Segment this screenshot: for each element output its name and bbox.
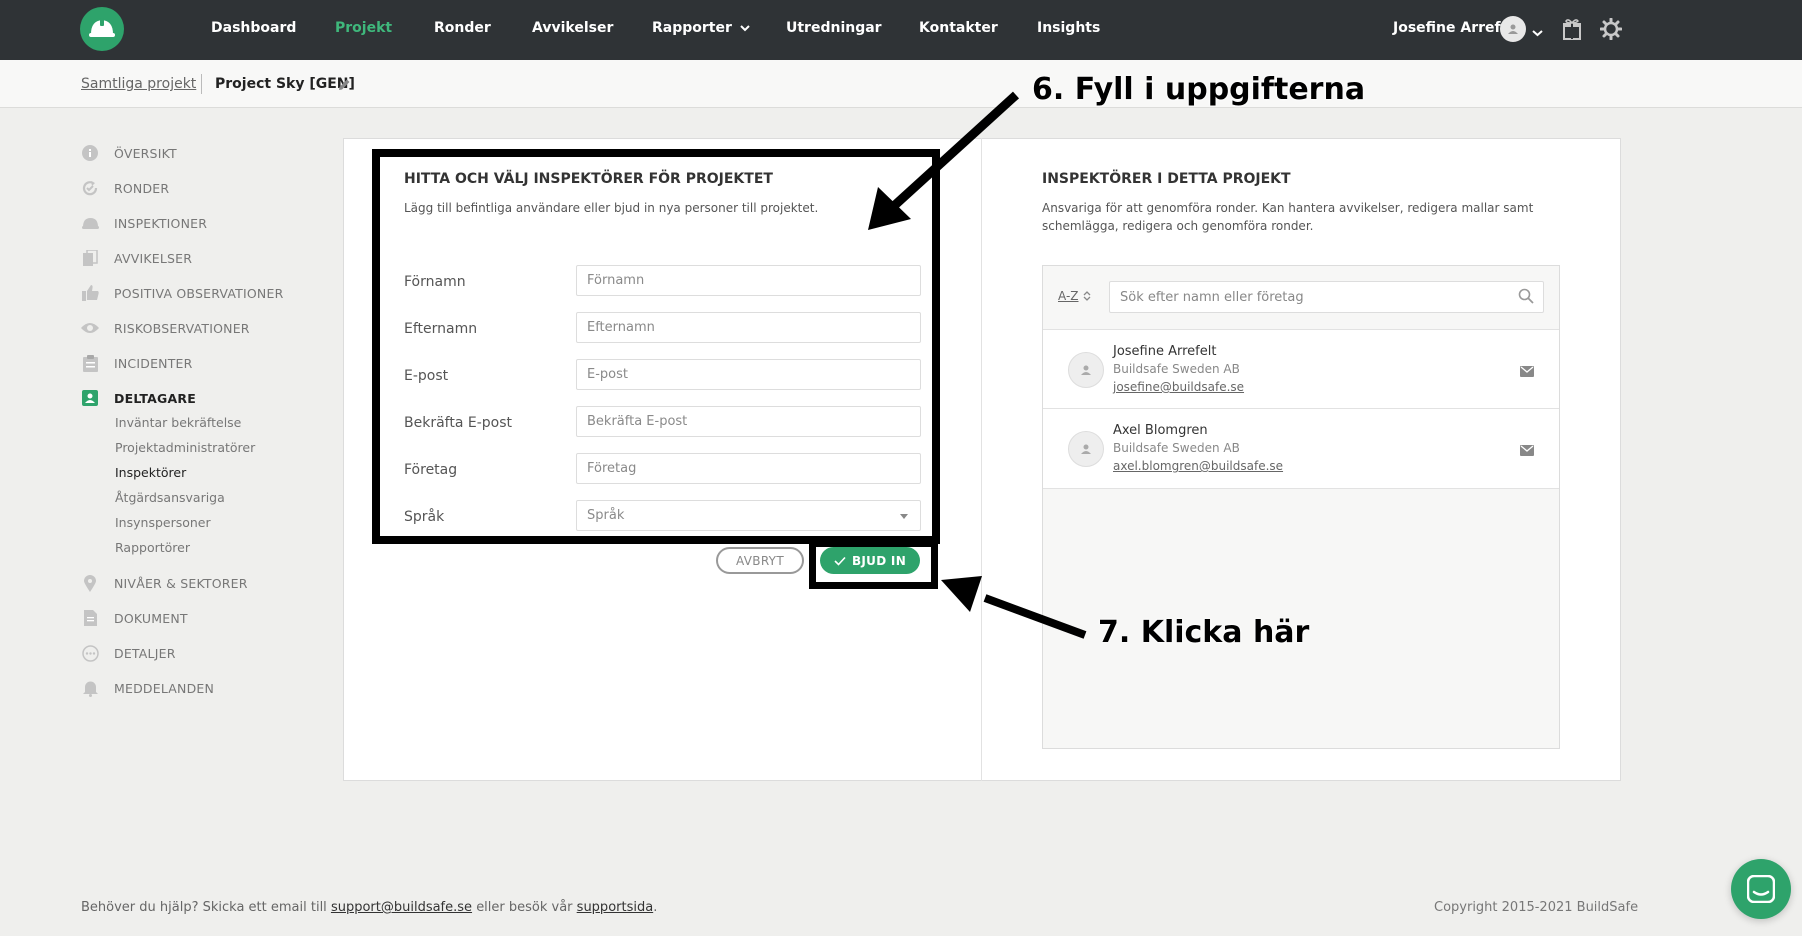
footer-help-text: Behöver du hjälp? Skicka ett email till … xyxy=(81,900,657,915)
footer-copyright: Copyright 2015-2021 BuildSafe xyxy=(1434,900,1639,915)
annotation-arrows xyxy=(868,91,1087,639)
support-email-link[interactable]: support@buildsafe.se xyxy=(331,900,472,915)
arrow-step-6-icon xyxy=(868,91,1020,230)
chat-icon xyxy=(1747,875,1775,903)
footer-help-suffix: . xyxy=(653,900,658,915)
chat-support-button[interactable] xyxy=(1731,859,1791,919)
arrow-step-7-icon xyxy=(941,576,1087,639)
footer-help-prefix: Behöver du hjälp? Skicka ett email till xyxy=(81,900,327,915)
support-page-link[interactable]: supportsida xyxy=(577,900,654,915)
footer-help-middle: eller besök vår xyxy=(476,900,573,915)
